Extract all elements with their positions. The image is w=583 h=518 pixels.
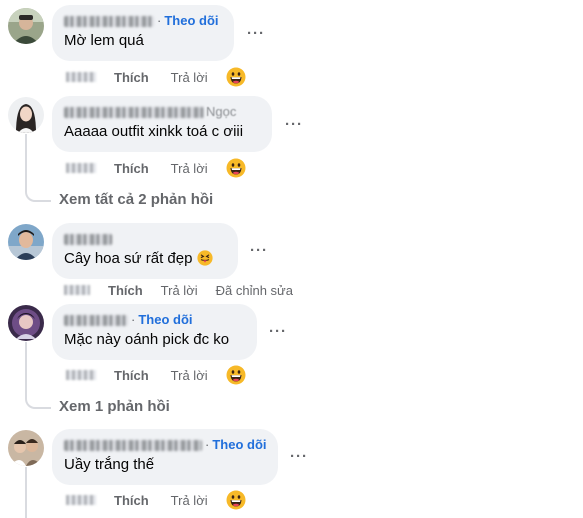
- timestamp-redacted[interactable]: [66, 370, 96, 380]
- grinning-face-emoji-icon[interactable]: [226, 67, 246, 87]
- avatar[interactable]: [8, 97, 44, 133]
- avatar[interactable]: [8, 8, 44, 44]
- avatar-photo: [8, 8, 44, 44]
- thread-connector: [25, 134, 27, 186]
- avatar-photo: [8, 97, 44, 133]
- more-horizontal-icon: ···: [285, 115, 303, 133]
- like-button[interactable]: Thích: [114, 161, 149, 176]
- author-name-redacted[interactable]: [64, 16, 154, 28]
- like-button[interactable]: Thích: [108, 283, 143, 298]
- more-options-button[interactable]: ···: [246, 240, 272, 260]
- grinning-face-emoji-icon[interactable]: [226, 490, 246, 510]
- comment-header: · Theo dõi: [64, 13, 222, 29]
- comment-actions: Thích Trả lời: [66, 158, 246, 178]
- more-options-button[interactable]: ···: [243, 23, 269, 43]
- author-name-redacted[interactable]: [64, 440, 202, 452]
- separator: ·: [131, 312, 136, 327]
- timestamp-redacted[interactable]: [66, 163, 96, 173]
- more-horizontal-icon: ···: [250, 241, 268, 259]
- avatar[interactable]: [8, 305, 44, 341]
- squinting-tongue-emoji-icon: [197, 250, 213, 272]
- timestamp-redacted[interactable]: [64, 285, 90, 295]
- more-options-button[interactable]: ···: [286, 446, 312, 466]
- comment-actions: Thích Trả lời Đã chỉnh sửa: [64, 281, 293, 299]
- comment-bubble: · Theo dõi Mờ lem quá: [52, 5, 234, 61]
- reply-button[interactable]: Trả lời: [171, 368, 208, 383]
- edited-label: Đã chỉnh sửa: [215, 282, 293, 298]
- avatar-photo: [8, 224, 44, 260]
- like-button[interactable]: Thích: [114, 70, 149, 85]
- author-name-suffix[interactable]: Ngọc: [206, 104, 236, 119]
- comment-bubble: · Theo dõi Uầy trắng thế: [52, 429, 278, 485]
- thread-connector-corner: [25, 392, 51, 409]
- reply-button[interactable]: Trả lời: [161, 283, 198, 298]
- more-horizontal-icon: ···: [290, 447, 308, 465]
- comment-text: Aaaaa outfit xinkk toá c ơiii: [64, 123, 244, 140]
- comment-text: Mờ lem quá: [64, 32, 144, 49]
- comment-text: Mặc này oánh pick đc ko: [64, 331, 230, 348]
- reply-button[interactable]: Trả lời: [171, 161, 208, 176]
- avatar-photo: [8, 430, 44, 466]
- follow-link[interactable]: Theo dõi: [138, 312, 192, 327]
- more-options-button[interactable]: ···: [281, 114, 307, 134]
- more-options-button[interactable]: ···: [265, 321, 291, 341]
- thread-connector-corner: [25, 184, 51, 202]
- comment-header: · Theo dõi: [64, 312, 245, 328]
- avatar[interactable]: [8, 430, 44, 466]
- reply-button[interactable]: Trả lời: [171, 70, 208, 85]
- reply-button[interactable]: Trả lời: [171, 493, 208, 508]
- comment-bubble: · Theo dõi Mặc này oánh pick đc ko: [52, 304, 257, 360]
- like-button[interactable]: Thích: [114, 368, 149, 383]
- timestamp-redacted[interactable]: [66, 72, 96, 82]
- more-horizontal-icon: ···: [269, 322, 287, 340]
- comment-actions: Thích Trả lời: [66, 365, 246, 385]
- comment-bubble: Ngọc Aaaaa outfit xinkk toá c ơiii: [52, 96, 272, 152]
- separator: ·: [157, 13, 162, 28]
- timestamp-redacted[interactable]: [66, 495, 96, 505]
- thread-connector: [25, 342, 27, 394]
- view-replies-link[interactable]: Xem tất cả 2 phản hồi: [59, 191, 213, 208]
- comment-text: Uầy trắng thế: [64, 456, 155, 473]
- grinning-face-emoji-icon[interactable]: [226, 365, 246, 385]
- comment-actions: Thích Trả lời: [66, 490, 246, 510]
- like-button[interactable]: Thích: [114, 493, 149, 508]
- comment-text-value: Cây hoa sứ rất đẹp: [64, 250, 193, 267]
- view-replies-link[interactable]: Xem 1 phản hồi: [59, 398, 170, 415]
- thread-connector: [25, 467, 27, 518]
- comment-header: [64, 231, 226, 247]
- follow-link[interactable]: Theo dõi: [164, 13, 218, 28]
- author-name-redacted[interactable]: [64, 107, 204, 119]
- avatar-photo: [8, 305, 44, 341]
- comment-header: · Theo dõi: [64, 437, 267, 453]
- more-horizontal-icon: ···: [247, 24, 265, 42]
- comment-bubble: Cây hoa sứ rất đẹp: [52, 223, 238, 279]
- grinning-face-emoji-icon[interactable]: [226, 158, 246, 178]
- separator: ·: [205, 437, 210, 452]
- comment-text: Cây hoa sứ rất đẹp: [64, 249, 226, 272]
- follow-link[interactable]: Theo dõi: [212, 437, 266, 452]
- author-name-redacted[interactable]: [64, 315, 128, 327]
- comment-actions: Thích Trả lời: [66, 67, 246, 87]
- comment-header: Ngọc: [64, 104, 260, 120]
- avatar[interactable]: [8, 224, 44, 260]
- author-name-redacted[interactable]: [64, 234, 112, 246]
